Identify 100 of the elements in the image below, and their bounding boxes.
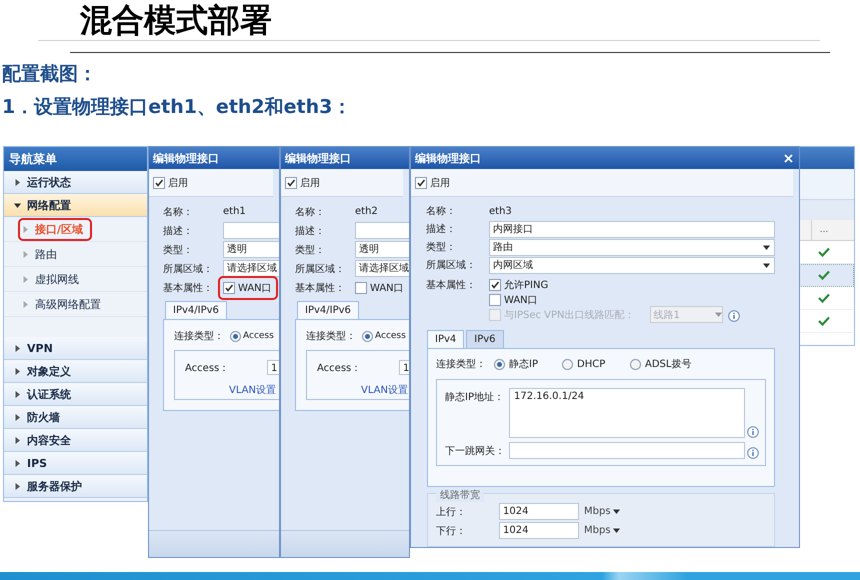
tab[interactable]: IPv4/IPv6 bbox=[297, 301, 359, 319]
caret-icon bbox=[14, 482, 21, 490]
radio-button[interactable] bbox=[494, 358, 505, 370]
nav-item[interactable]: 认证系统 bbox=[4, 383, 147, 406]
radio-button[interactable] bbox=[230, 330, 241, 342]
nav-item[interactable]: 运行状态 bbox=[4, 171, 147, 194]
tab[interactable]: IPv4/IPv6 bbox=[165, 301, 227, 319]
tab[interactable]: IPv6 bbox=[466, 330, 504, 348]
field-label: 所属区域： bbox=[426, 258, 477, 272]
text-field[interactable]: 1 bbox=[399, 360, 409, 376]
field-label: 连接类型： bbox=[306, 330, 356, 343]
radio-button[interactable] bbox=[562, 358, 573, 370]
zone-field[interactable]: 请选择区域 bbox=[223, 260, 279, 277]
info-icon bbox=[747, 447, 759, 459]
checkbox-label: 与IPSec VPN出口线路匹配： bbox=[504, 308, 635, 322]
checkbox[interactable] bbox=[285, 176, 297, 188]
gateway-field[interactable] bbox=[509, 442, 745, 459]
nav-item[interactable]: VPN bbox=[4, 337, 147, 360]
checkbox[interactable] bbox=[415, 176, 427, 188]
radio-label: 静态IP bbox=[509, 358, 538, 371]
radio-label: Access bbox=[375, 331, 406, 341]
zone-dropdown[interactable]: 内网区域 bbox=[489, 256, 775, 274]
nav-item[interactable]: 对象定义 bbox=[4, 360, 147, 383]
caret-icon bbox=[612, 508, 620, 515]
caret-icon bbox=[14, 202, 21, 208]
type-field[interactable]: 透明 bbox=[355, 241, 409, 258]
checkbox-label: 允许PING bbox=[504, 278, 548, 292]
field-label: 所属区域： bbox=[295, 262, 346, 276]
radio-label: DHCP bbox=[577, 358, 606, 370]
nav-item[interactable]: 网络配置 bbox=[4, 194, 147, 217]
field-label: Access： bbox=[317, 362, 362, 375]
tab[interactable]: IPv4 bbox=[427, 330, 464, 348]
checkbox-label: WAN口 bbox=[370, 282, 404, 294]
info-icon bbox=[728, 310, 740, 322]
checkbox[interactable] bbox=[153, 176, 165, 188]
text-field[interactable] bbox=[355, 222, 409, 239]
caret-icon bbox=[14, 436, 21, 444]
nav-header: 导航菜单 bbox=[4, 147, 147, 171]
field-label: 基本属性： bbox=[295, 282, 346, 294]
nav-item[interactable]: 防火墙 bbox=[4, 406, 147, 429]
caret-icon bbox=[14, 368, 21, 374]
unit-dropdown[interactable]: Mbps bbox=[584, 525, 774, 536]
checkbox-label: 启用 bbox=[300, 176, 320, 190]
field-label: 描述： bbox=[295, 224, 326, 238]
bandwidth-field[interactable]: 1024 bbox=[499, 522, 579, 539]
checkbox[interactable] bbox=[223, 282, 235, 294]
radio-button[interactable] bbox=[630, 358, 641, 370]
caret-icon bbox=[22, 276, 29, 282]
unit-dropdown[interactable]: Mbps bbox=[584, 506, 774, 517]
field-label: 类型： bbox=[426, 240, 457, 254]
close-icon[interactable] bbox=[784, 154, 793, 162]
caret-icon bbox=[14, 390, 21, 398]
field-label: 类型： bbox=[163, 244, 194, 256]
caret-icon bbox=[14, 414, 21, 420]
checkbox[interactable] bbox=[355, 282, 367, 294]
text-field[interactable] bbox=[223, 222, 279, 239]
caret-icon bbox=[14, 460, 21, 466]
nav-item[interactable]: IPS bbox=[4, 452, 147, 475]
caret-icon bbox=[14, 178, 21, 186]
column-header: ... bbox=[811, 220, 836, 240]
text-field[interactable]: 1 bbox=[267, 360, 279, 376]
field-value: eth1 bbox=[223, 206, 247, 217]
caret-icon bbox=[714, 311, 722, 318]
text-field[interactable]: 内网接口 bbox=[489, 220, 775, 238]
field-label: 下一跳网关： bbox=[445, 444, 506, 458]
zone-field[interactable]: 请选择区域 bbox=[355, 260, 409, 277]
caret-icon bbox=[22, 226, 29, 232]
caret-icon bbox=[763, 262, 770, 268]
field-label: 名称： bbox=[426, 205, 457, 218]
checkbox-label: 启用 bbox=[168, 176, 188, 190]
nav-item[interactable]: 内容安全 bbox=[4, 429, 147, 452]
step-heading: 1．设置物理接口eth1、eth2和eth3： bbox=[2, 95, 352, 120]
vlan-link[interactable]: VLAN设置 bbox=[317, 382, 408, 397]
field-label: 描述： bbox=[163, 224, 194, 238]
dialog-title: 编辑物理接口 bbox=[153, 150, 219, 166]
field-value: eth2 bbox=[355, 206, 379, 217]
radio-label: Access bbox=[243, 331, 274, 341]
checkbox-label: 启用 bbox=[430, 176, 450, 190]
caret-icon bbox=[22, 300, 29, 308]
checkbox-label: WAN口 bbox=[504, 294, 538, 306]
nav-item[interactable]: 服务器保护 bbox=[4, 475, 147, 498]
type-field[interactable]: 透明 bbox=[223, 241, 279, 258]
type-dropdown[interactable]: 路由 bbox=[489, 238, 775, 256]
radio-button[interactable] bbox=[362, 330, 373, 342]
slide-title: 混合模式部署 bbox=[79, 0, 272, 40]
caret-icon bbox=[763, 244, 770, 250]
checkbox[interactable] bbox=[489, 294, 501, 306]
radio-label: ADSL拨号 bbox=[645, 358, 692, 371]
field-label: 基本属性： bbox=[163, 282, 214, 294]
field-label: 下行： bbox=[436, 524, 467, 538]
dialog-title: 编辑物理接口 bbox=[285, 150, 351, 166]
caret-icon bbox=[612, 527, 620, 534]
vlan-link[interactable]: VLAN设置 bbox=[185, 382, 276, 397]
checkbox-label: WAN口 bbox=[238, 282, 272, 294]
ip-address-field[interactable]: 172.16.0.1/24 bbox=[509, 388, 745, 438]
field-label: 基本属性： bbox=[426, 278, 477, 292]
bandwidth-field[interactable]: 1024 bbox=[499, 503, 579, 520]
field-label: 连接类型： bbox=[436, 358, 487, 371]
info-icon bbox=[747, 426, 759, 438]
checkbox[interactable] bbox=[489, 278, 501, 290]
